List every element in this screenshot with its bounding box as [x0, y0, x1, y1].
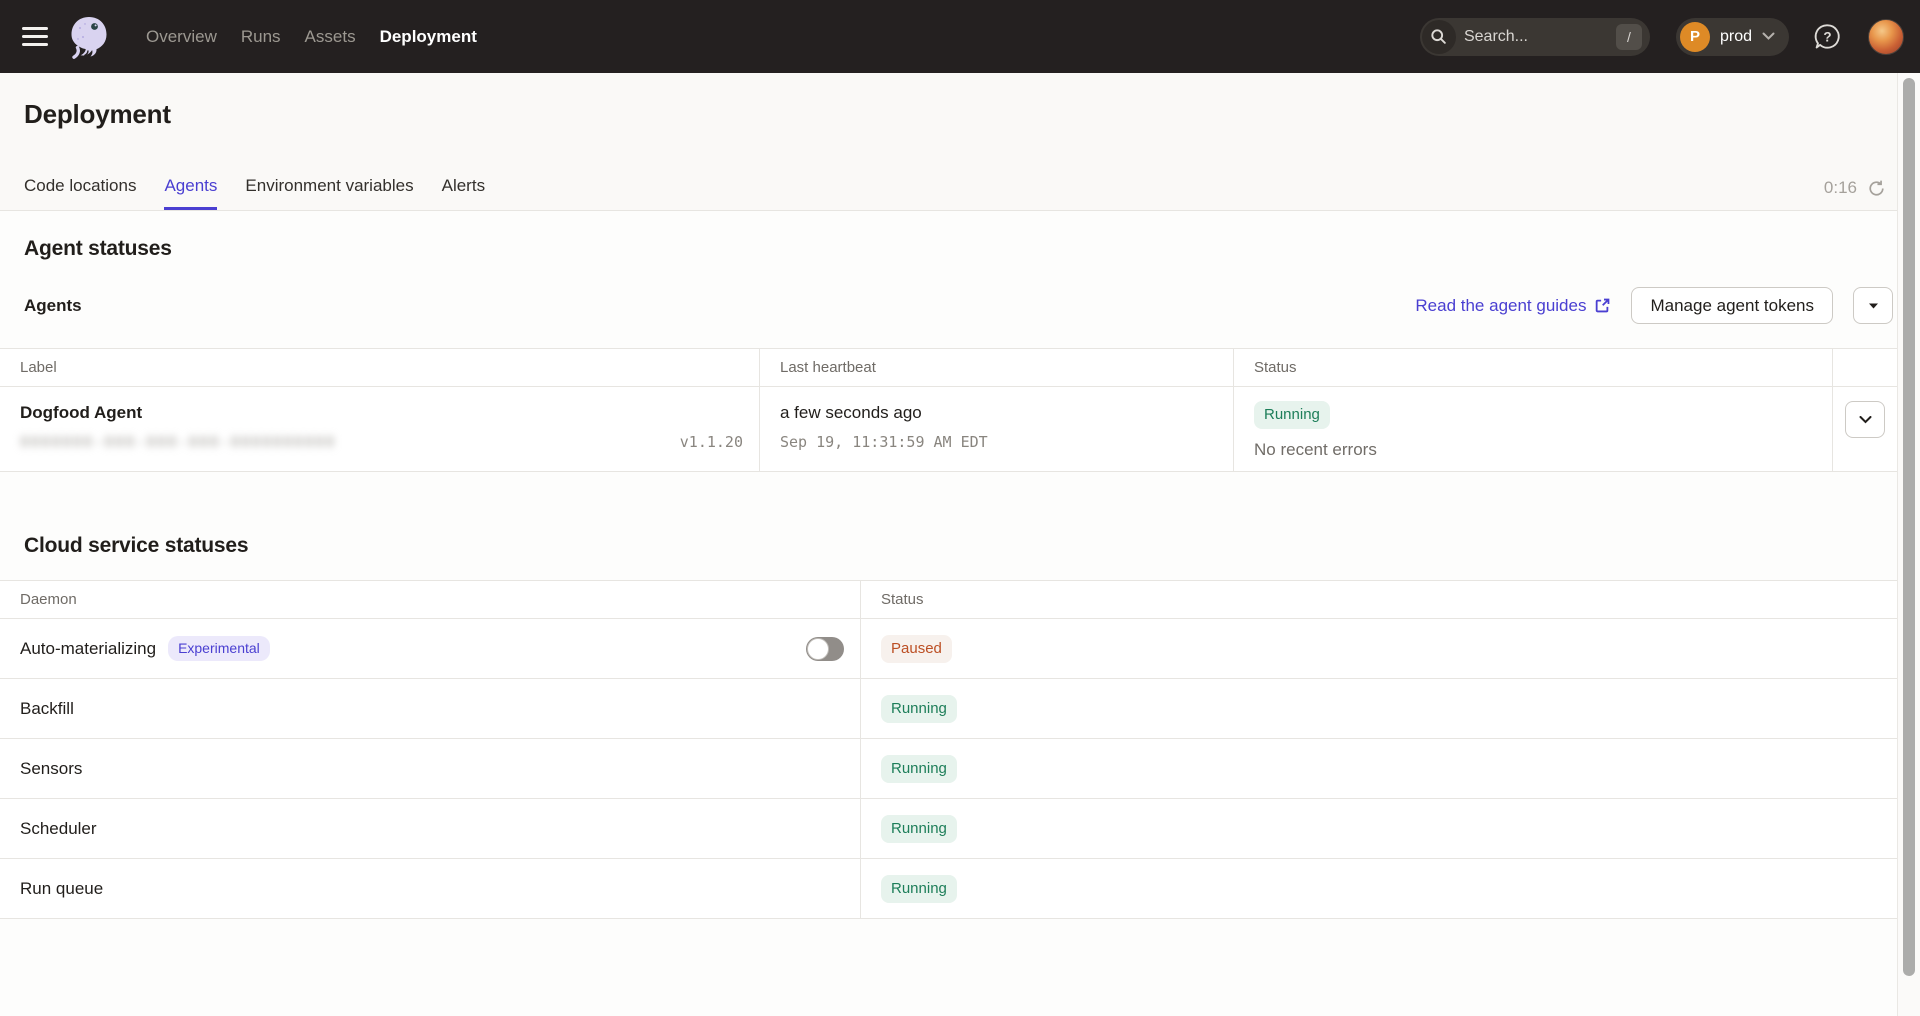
nav-link-overview[interactable]: Overview — [146, 27, 217, 47]
agent-status-cell: Running No recent errors — [1234, 387, 1833, 471]
deployment-avatar: P — [1680, 22, 1710, 52]
heartbeat-relative: a few seconds ago — [780, 403, 1233, 423]
deployment-switcher-label: prod — [1720, 28, 1752, 46]
agent-table-row: Dogfood Agent 0000000-000-000-000-000000… — [0, 387, 1897, 471]
scrollbar-track[interactable] — [1897, 73, 1920, 1016]
daemon-row-auto-materializing: Auto-materializing Experimental Paused — [0, 619, 1897, 679]
tab-agents[interactable]: Agents — [164, 164, 217, 210]
nav-link-deployment[interactable]: Deployment — [380, 27, 477, 47]
agent-status-badge: Running — [1254, 401, 1330, 429]
agents-toolbar: Agents Read the agent guides Manage agen… — [24, 287, 1893, 324]
daemon-row-sensors: Sensors Running — [0, 739, 1897, 799]
daemon-row-scheduler: Scheduler Running — [0, 799, 1897, 859]
user-avatar[interactable] — [1868, 19, 1904, 55]
heartbeat-timestamp: Sep 19, 11:31:59 AM EDT — [780, 433, 1233, 451]
experimental-badge: Experimental — [168, 636, 270, 661]
column-header-last-heartbeat: Last heartbeat — [760, 349, 1234, 386]
agents-table: Label Last heartbeat Status Dogfood Agen… — [0, 348, 1897, 472]
refresh-icon[interactable] — [1867, 179, 1886, 198]
deployment-switcher[interactable]: P prod — [1676, 18, 1789, 56]
manage-agent-tokens-button[interactable]: Manage agent tokens — [1631, 287, 1833, 324]
tab-environment-variables[interactable]: Environment variables — [245, 164, 413, 210]
cloud-table-header: Daemon Status — [0, 581, 1897, 619]
toggle-knob — [807, 638, 829, 660]
daemon-status-badge: Running — [881, 755, 957, 783]
page-header: Deployment Code locations Agents Environ… — [0, 73, 1920, 211]
search-box[interactable]: / — [1420, 18, 1650, 56]
column-header-label: Label — [0, 349, 760, 386]
agent-guides-link[interactable]: Read the agent guides — [1415, 296, 1611, 316]
refresh-timer: 0:16 — [1824, 178, 1886, 198]
agent-actions-dropdown-button[interactable] — [1853, 287, 1893, 324]
nav-link-assets[interactable]: Assets — [305, 27, 356, 47]
top-nav: Overview Runs Assets Deployment / P prod… — [0, 0, 1920, 73]
daemon-row-backfill: Backfill Running — [0, 679, 1897, 739]
daemon-name: Run queue — [20, 879, 103, 899]
daemon-status-badge: Running — [881, 875, 957, 903]
auto-materializing-toggle[interactable] — [806, 637, 844, 661]
caret-down-icon — [1869, 303, 1878, 309]
daemon-name: Backfill — [20, 699, 74, 719]
agent-guides-link-label: Read the agent guides — [1415, 296, 1586, 316]
agent-heartbeat-cell: a few seconds ago Sep 19, 11:31:59 AM ED… — [760, 387, 1234, 471]
nav-link-runs[interactable]: Runs — [241, 27, 281, 47]
svg-text:?: ? — [1823, 29, 1831, 44]
chevron-down-icon — [1859, 416, 1872, 424]
primary-nav: Overview Runs Assets Deployment — [146, 27, 477, 47]
cloud-service-statuses-heading: Cloud service statuses — [24, 534, 1920, 558]
agents-table-header: Label Last heartbeat Status — [0, 349, 1897, 387]
search-icon — [1422, 20, 1456, 54]
daemon-name: Scheduler — [20, 819, 97, 839]
column-header-status: Status — [1234, 349, 1833, 386]
dagster-logo-icon[interactable] — [68, 15, 110, 59]
tab-bar: Code locations Agents Environment variab… — [24, 164, 485, 210]
column-header-status: Status — [861, 581, 1897, 618]
search-shortcut-key: / — [1616, 24, 1642, 50]
daemon-name: Auto-materializing — [20, 639, 156, 659]
daemon-status-badge: Running — [881, 695, 957, 723]
tab-code-locations[interactable]: Code locations — [24, 164, 136, 210]
agents-label: Agents — [24, 296, 82, 316]
agent-name: Dogfood Agent — [20, 403, 759, 423]
agent-label-cell: Dogfood Agent 0000000-000-000-000-000000… — [0, 387, 760, 471]
agent-status-detail: No recent errors — [1254, 440, 1832, 460]
agent-version: v1.1.20 — [680, 433, 743, 451]
help-icon[interactable]: ? — [1813, 22, 1842, 51]
hamburger-menu-icon[interactable] — [22, 27, 48, 46]
tab-alerts[interactable]: Alerts — [442, 164, 485, 210]
cloud-services-table: Daemon Status Auto-materializing Experim… — [0, 580, 1897, 919]
external-link-icon — [1594, 297, 1611, 314]
scrollbar-thumb[interactable] — [1903, 78, 1915, 976]
main-content: Agent statuses Agents Read the agent gui… — [0, 211, 1920, 1016]
daemon-status-badge: Paused — [881, 635, 952, 663]
column-header-daemon: Daemon — [0, 581, 861, 618]
daemon-status-badge: Running — [881, 815, 957, 843]
chevron-down-icon — [1762, 32, 1775, 41]
agent-expand-button[interactable] — [1845, 401, 1885, 438]
daemon-row-run-queue: Run queue Running — [0, 859, 1897, 919]
search-input[interactable] — [1464, 28, 1594, 46]
agent-id-redacted: 0000000-000-000-000-0000000000 — [20, 433, 336, 451]
refresh-countdown: 0:16 — [1824, 178, 1857, 198]
daemon-name: Sensors — [20, 759, 82, 779]
page-title: Deployment — [24, 99, 1920, 130]
agent-statuses-heading: Agent statuses — [24, 237, 1920, 261]
